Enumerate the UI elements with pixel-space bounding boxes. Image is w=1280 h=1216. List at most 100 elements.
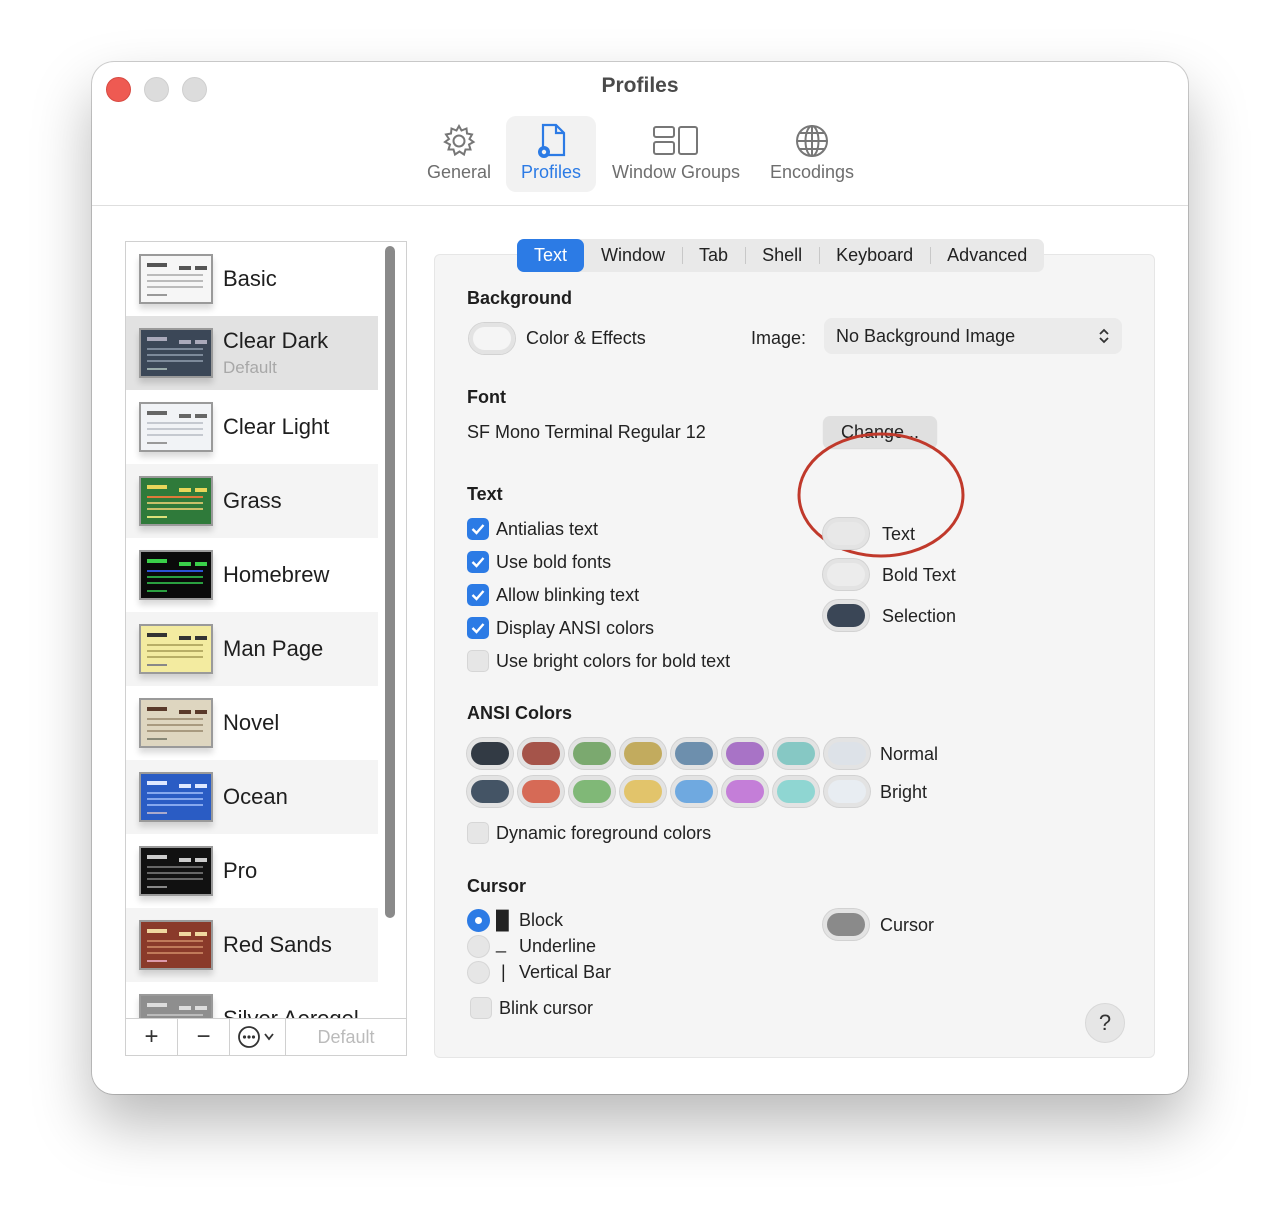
cursor-color-label: Cursor <box>880 915 935 935</box>
ansi-bright-color-swatch-3[interactable] <box>620 776 666 807</box>
tab-tab[interactable]: Tab <box>682 239 745 272</box>
profile-row-ocean[interactable]: Ocean <box>126 760 378 834</box>
profile-actions-menu-button[interactable] <box>230 1019 286 1055</box>
profile-thumbnail <box>139 402 213 452</box>
profile-row-clear-light[interactable]: Clear Light <box>126 390 378 464</box>
checkmark-icon <box>471 557 485 568</box>
profile-thumbnail <box>139 846 213 896</box>
ansi-bright-color-swatch-7[interactable] <box>824 776 870 807</box>
bold-text-color-swatch[interactable] <box>823 559 869 590</box>
cursor-vertical-bar-label: Vertical Bar <box>519 962 612 982</box>
bright-bold-label: Use bright colors for bold text <box>496 651 731 671</box>
ansi-bright-color-swatch-2[interactable] <box>569 776 615 807</box>
ansi-section-title: ANSI Colors <box>467 703 573 723</box>
blinking-text-checkbox[interactable] <box>467 584 489 606</box>
profile-row-clear-dark[interactable]: Clear Dark Default <box>126 316 378 390</box>
help-button[interactable]: ? <box>1085 1003 1125 1043</box>
ansi-normal-color-swatch-0[interactable] <box>467 738 513 769</box>
settings-tabs: Text Window Tab Shell Keyboard Advanced <box>517 239 1045 272</box>
profile-list-scrollbar[interactable] <box>381 246 401 1016</box>
profile-name: Clear Dark <box>223 328 329 353</box>
toolbar-encodings[interactable]: Encodings <box>760 116 864 192</box>
toolbar-window-groups[interactable]: Window Groups <box>602 116 750 192</box>
ellipsis-circle-icon <box>237 1026 274 1048</box>
profile-thumbnail <box>139 328 213 378</box>
cursor-block-radio[interactable] <box>467 909 490 932</box>
ansi-bright-color-swatch-5[interactable] <box>722 776 768 807</box>
profile-doc-icon <box>506 120 596 162</box>
background-color-swatch[interactable] <box>469 323 515 354</box>
profile-row-red-sands[interactable]: Red Sands <box>126 908 378 982</box>
cursor-underline-radio[interactable] <box>467 935 490 958</box>
bold-fonts-label: Use bold fonts <box>496 552 612 572</box>
profile-row-silver-aerogel[interactable]: Silver Aerogel <box>126 982 378 1020</box>
text-color-label: Text <box>882 524 916 544</box>
profile-name: Pro <box>223 858 258 883</box>
window-title: Profiles <box>601 74 679 97</box>
add-profile-button[interactable]: + <box>126 1019 178 1055</box>
profile-thumbnail <box>139 624 213 674</box>
checkmark-icon <box>471 524 485 535</box>
cursor-block-glyph: █ <box>496 910 509 930</box>
toolbar-window-groups-label: Window Groups <box>611 162 741 182</box>
ansi-normal-color-swatch-5[interactable] <box>722 738 768 769</box>
selection-color-swatch[interactable] <box>823 600 869 631</box>
toolbar-general-label: General <box>426 162 492 182</box>
ansi-colors-checkbox[interactable] <box>467 617 489 639</box>
selection-color-label: Selection <box>882 606 957 626</box>
profile-row-man-page[interactable]: Man Page <box>126 612 378 686</box>
ansi-normal-color-swatch-1[interactable] <box>518 738 564 769</box>
tab-text[interactable]: Text <box>517 239 585 272</box>
background-image-popup[interactable]: No Background Image <box>824 318 1122 354</box>
profile-list[interactable]: Basic Clear Dark Default Clear Light Gra… <box>126 242 378 1020</box>
default-profile-badge: Default <box>223 358 277 377</box>
profile-thumbnail <box>139 698 213 748</box>
ansi-normal-color-swatch-6[interactable] <box>773 738 819 769</box>
profile-row-homebrew[interactable]: Homebrew <box>126 538 378 612</box>
window-groups-icon <box>602 120 750 162</box>
profile-thumbnail <box>139 254 213 304</box>
tab-keyboard[interactable]: Keyboard <box>819 239 930 272</box>
cursor-color-swatch[interactable] <box>823 909 869 940</box>
image-label: Image: <box>751 328 807 348</box>
toolbar-profiles[interactable]: Profiles <box>506 116 596 192</box>
antialias-checkbox[interactable] <box>467 518 489 540</box>
dynamic-foreground-checkbox[interactable] <box>467 822 489 844</box>
set-default-button[interactable]: Default <box>286 1019 406 1055</box>
ansi-bright-color-swatch-6[interactable] <box>773 776 819 807</box>
cursor-vertical-bar-radio[interactable] <box>467 961 490 984</box>
ansi-bright-color-swatch-0[interactable] <box>467 776 513 807</box>
tab-shell[interactable]: Shell <box>745 239 819 272</box>
checkmark-icon <box>471 623 485 634</box>
profile-row-basic[interactable]: Basic <box>126 242 378 316</box>
ansi-bright-color-swatch-1[interactable] <box>518 776 564 807</box>
profile-name: Red Sands <box>223 932 332 957</box>
text-color-swatch[interactable] <box>823 518 869 549</box>
content-area: Basic Clear Dark Default Clear Light Gra… <box>92 206 1188 1094</box>
profile-row-pro[interactable]: Pro <box>126 834 378 908</box>
ansi-normal-color-swatch-7[interactable] <box>824 738 870 769</box>
tab-window[interactable]: Window <box>584 239 682 272</box>
ansi-colors-label: Display ANSI colors <box>496 618 655 638</box>
ansi-normal-color-swatch-3[interactable] <box>620 738 666 769</box>
background-section-title: Background <box>467 288 573 308</box>
bold-text-color-label: Bold Text <box>882 565 956 585</box>
profile-name: Basic <box>223 266 277 291</box>
ansi-normal-color-swatch-2[interactable] <box>569 738 615 769</box>
remove-profile-button[interactable]: − <box>178 1019 230 1055</box>
bold-fonts-checkbox[interactable] <box>467 551 489 573</box>
ansi-normal-color-swatch-4[interactable] <box>671 738 717 769</box>
profile-row-novel[interactable]: Novel <box>126 686 378 760</box>
scrollbar-thumb[interactable] <box>385 246 395 918</box>
profile-list-panel: Basic Clear Dark Default Clear Light Gra… <box>125 241 407 1056</box>
tab-advanced[interactable]: Advanced <box>930 239 1044 272</box>
gear-icon <box>414 120 504 162</box>
profile-row-grass[interactable]: Grass <box>126 464 378 538</box>
toolbar-general[interactable]: General <box>414 116 504 192</box>
profile-name: Man Page <box>223 636 324 661</box>
bright-bold-checkbox[interactable] <box>467 650 489 672</box>
profile-thumbnail <box>139 476 213 526</box>
ansi-bright-color-swatch-4[interactable] <box>671 776 717 807</box>
blink-cursor-checkbox[interactable] <box>470 997 492 1019</box>
font-section-title: Font <box>467 387 506 407</box>
